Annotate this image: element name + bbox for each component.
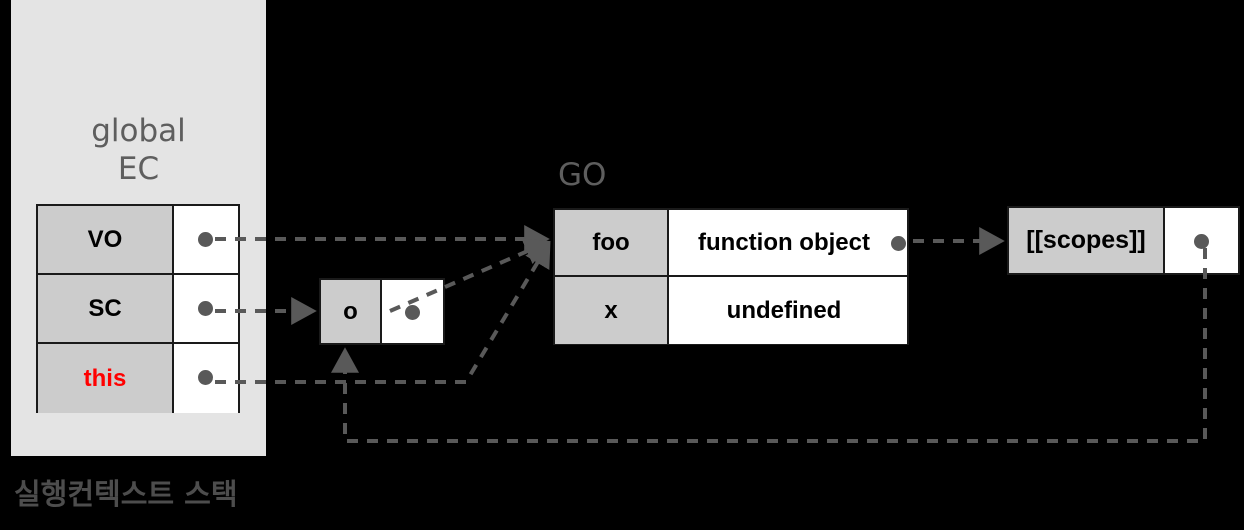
global-object-label: GO	[558, 157, 607, 193]
execution-context-table: VO SC this	[36, 204, 240, 413]
ec-key-sc: SC	[38, 275, 174, 342]
scopes-slot-box: [[scopes]]	[1007, 206, 1240, 275]
table-row-foo: foo function object	[555, 210, 907, 277]
scope-key-o: o	[321, 280, 382, 343]
scopes-key: [[scopes]]	[1009, 208, 1165, 273]
ec-key-vo: VO	[38, 206, 174, 273]
pointer-dot-scopes	[1194, 234, 1209, 249]
go-key-x: x	[555, 277, 669, 344]
scope-value-o	[382, 280, 443, 343]
table-row-vo: VO	[38, 206, 238, 275]
global-object-table: foo function object x undefined	[553, 208, 909, 345]
pointer-dot-sc	[198, 301, 213, 316]
pointer-dot-foo	[891, 236, 906, 251]
ec-value-sc	[174, 275, 238, 342]
diagram-canvas: global EC GO 실행컨텍스트 스택 VO SC this o foo …	[0, 0, 1244, 530]
go-value-x-text: undefined	[726, 296, 842, 324]
stack-caption: 실행컨텍스트 스택	[14, 477, 238, 511]
table-row-scopes: [[scopes]]	[1009, 208, 1238, 273]
pointer-dot-o	[405, 305, 420, 320]
table-row-sc: SC	[38, 275, 238, 344]
scope-chain-box: o	[319, 278, 445, 345]
scopes-value	[1165, 208, 1238, 273]
pointer-dot-vo	[198, 232, 213, 247]
go-value-x: undefined	[669, 277, 907, 344]
go-key-foo: foo	[555, 210, 669, 275]
table-row-this: this	[38, 344, 238, 413]
table-row-o: o	[321, 280, 443, 343]
ec-value-vo	[174, 206, 238, 273]
global-ec-label: global EC	[91, 113, 186, 187]
ec-key-this: this	[38, 344, 174, 413]
pointer-dot-this	[198, 370, 213, 385]
go-value-foo: function object	[669, 210, 907, 275]
table-row-x: x undefined	[555, 277, 907, 344]
ec-value-this	[174, 344, 238, 413]
go-value-foo-text: function object	[698, 228, 870, 256]
